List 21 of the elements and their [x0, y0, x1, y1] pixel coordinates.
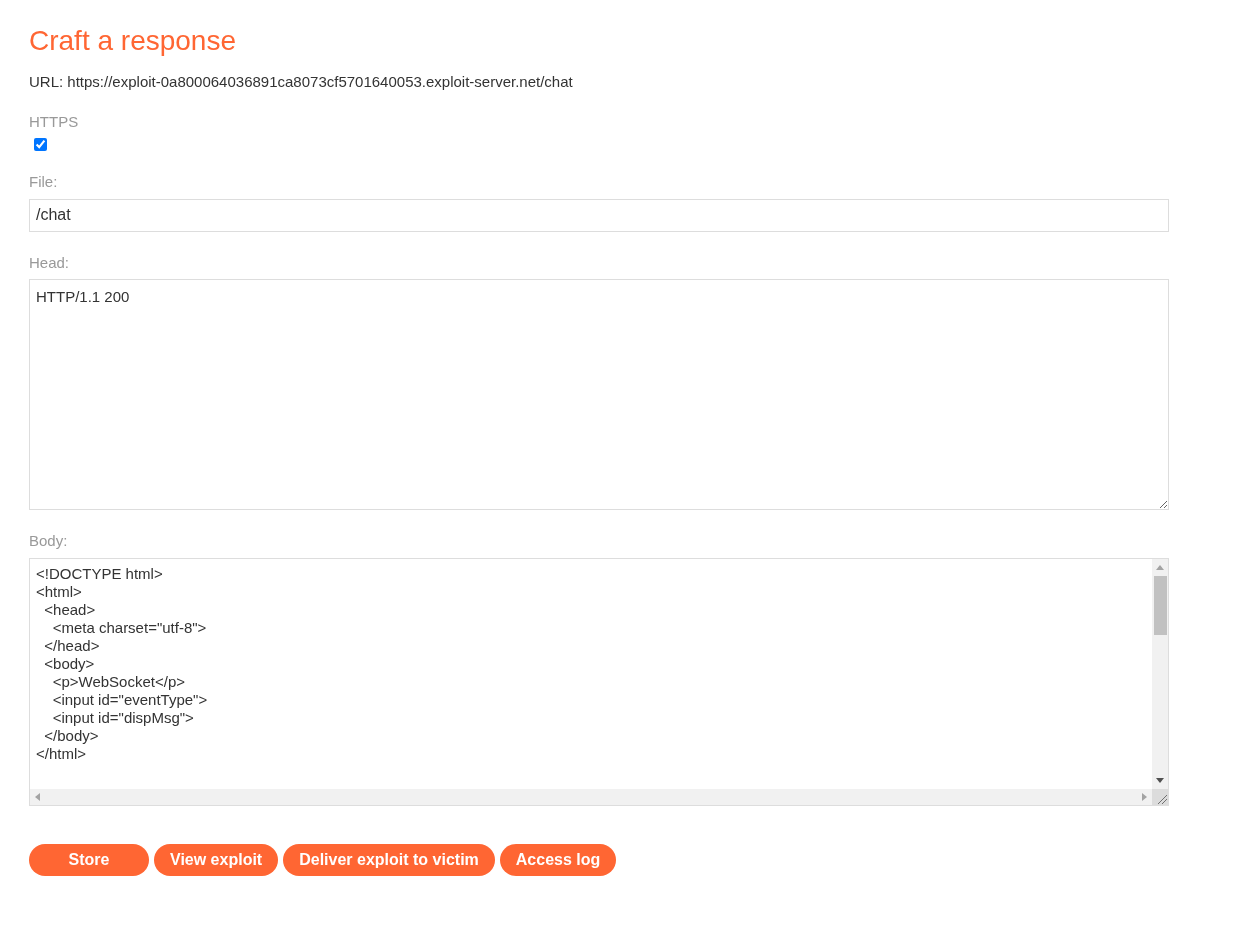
url-text: URL: https://exploit-0a800064036891ca8073cf5701640053.exploit-server.net/chat [29, 72, 574, 92]
https-checkbox[interactable] [34, 138, 47, 151]
scroll-left-icon [35, 792, 40, 801]
vertical-scrollbar[interactable] [1152, 558, 1168, 789]
body-label: Body: [29, 531, 69, 551]
action-button[interactable]: View exploit [154, 843, 279, 876]
head-label: Head: [29, 252, 71, 273]
scroll-right-icon [1142, 792, 1147, 801]
file-label: File: [29, 172, 59, 192]
head-textarea[interactable]: HTTP/1.1 200 [29, 279, 1169, 510]
action-button[interactable]: Access log [499, 843, 617, 876]
file-input[interactable]: /chat [29, 198, 1169, 232]
https-label: HTTPS [29, 111, 80, 132]
body-textarea[interactable]: <!DOCTYPE html> <html> <head> <meta charset="utf-8"> </head> <body> <p>WebSocket</p> <input id="eventType"> <input id="dispMsg"> </body> </html> [29, 557, 1169, 806]
action-button[interactable]: Deliver exploit to victim [283, 843, 495, 876]
scroll-up-icon [1156, 564, 1164, 570]
page-title: Craft a response [29, 24, 237, 58]
action-button[interactable]: Store [29, 843, 149, 876]
horizontal-scrollbar[interactable] [30, 788, 1152, 805]
scrollbar-thumb[interactable] [1153, 575, 1167, 635]
scroll-down-icon [1156, 777, 1164, 783]
